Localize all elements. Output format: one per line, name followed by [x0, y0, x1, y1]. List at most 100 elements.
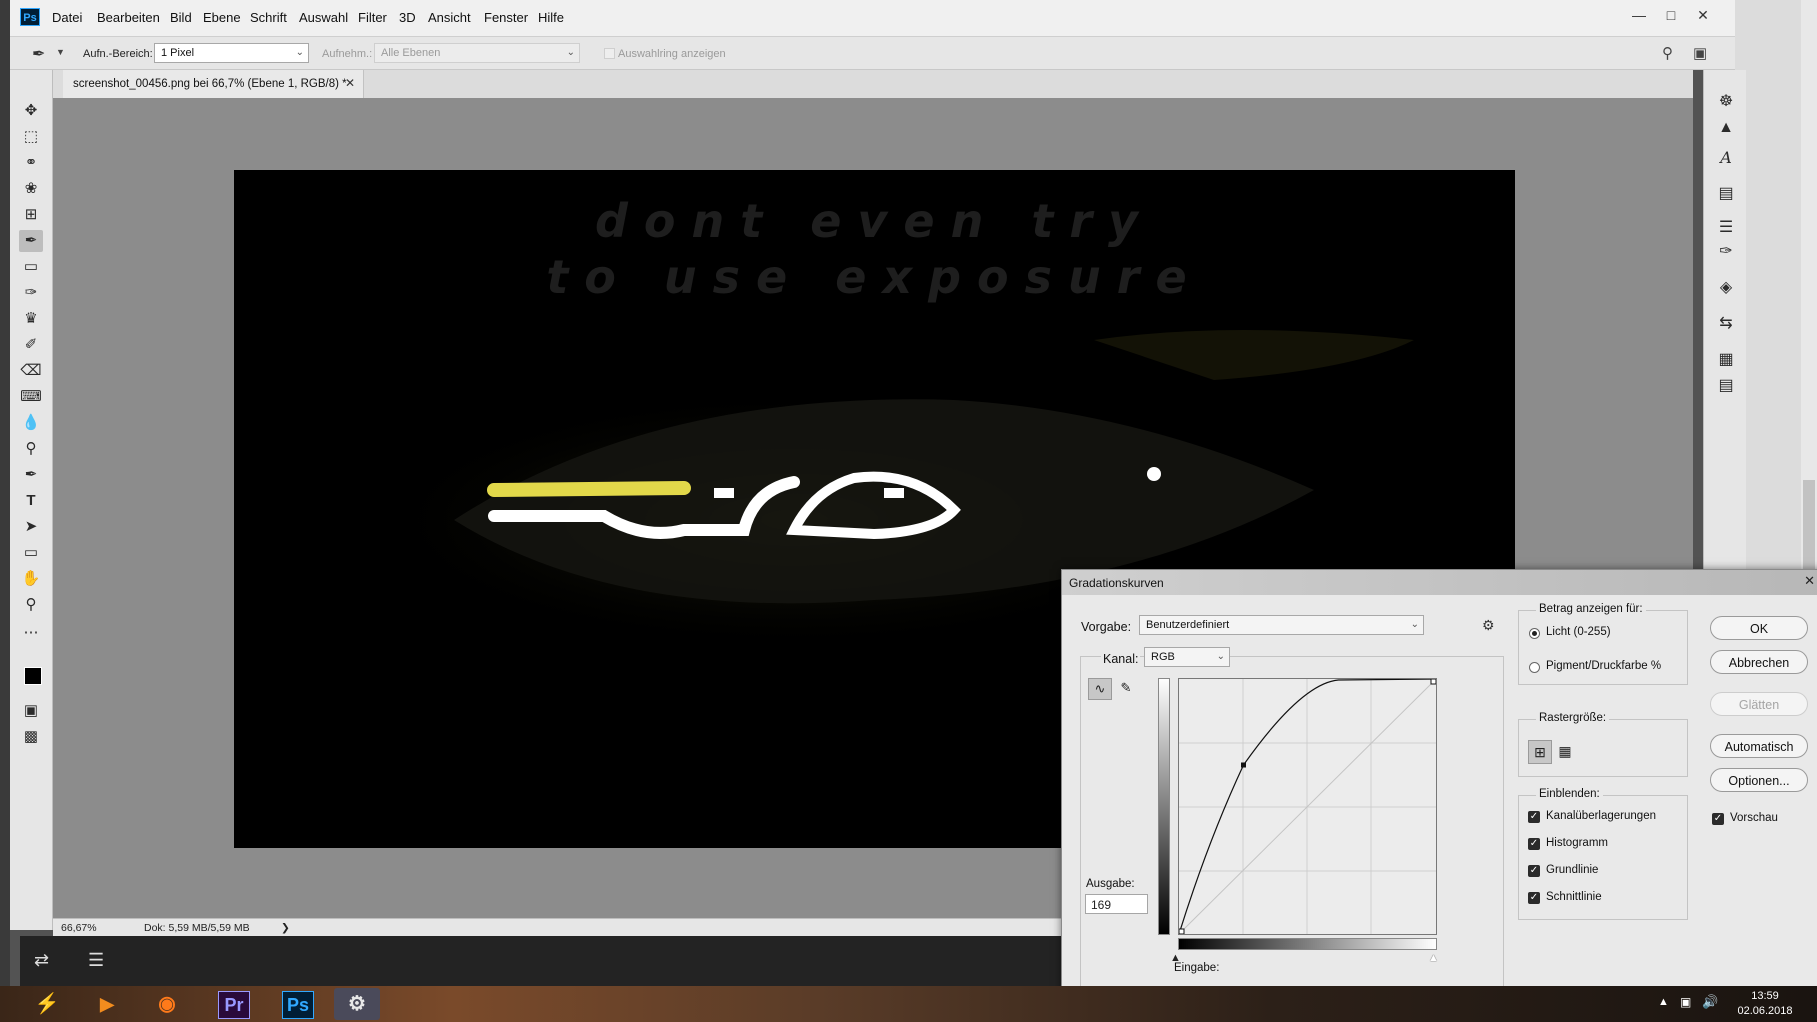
- zoom-tool-icon[interactable]: ⚲: [19, 594, 43, 616]
- paths-icon[interactable]: ▦: [1716, 350, 1736, 370]
- type-tool-icon[interactable]: T: [19, 490, 43, 512]
- dialog-titlebar[interactable]: Gradationskurven ✕: [1062, 570, 1817, 595]
- premiere-icon[interactable]: Pr: [218, 991, 250, 1019]
- close-icon[interactable]: ✕: [1689, 4, 1717, 26]
- curve-startpoint[interactable]: [1179, 928, 1185, 934]
- menu-bild[interactable]: Bild: [170, 10, 192, 25]
- eraser-tool-icon[interactable]: ⌫: [19, 360, 43, 382]
- pigment-radio[interactable]: [1529, 662, 1540, 673]
- menu-auswahl[interactable]: Auswahl: [299, 10, 348, 25]
- sample-layers-select[interactable]: Alle Ebenen ⌄: [374, 43, 580, 63]
- options-button[interactable]: Optionen...: [1710, 768, 1808, 792]
- eyedropper-tool-preset-icon[interactable]: ✒: [32, 44, 45, 64]
- status-menu-arrow-icon[interactable]: ❯: [281, 922, 290, 934]
- menu-3d[interactable]: 3D: [399, 10, 416, 25]
- pen-tool-icon[interactable]: ✒: [19, 464, 43, 486]
- histogram-checkbox[interactable]: ✓: [1528, 838, 1540, 850]
- workspace-icon[interactable]: ▣: [1693, 44, 1707, 62]
- layers-icon[interactable]: ◈: [1716, 278, 1736, 298]
- steam-icon[interactable]: ⚙: [334, 988, 380, 1020]
- volume-icon[interactable]: 🔊: [1702, 994, 1718, 1010]
- minimize-icon[interactable]: —: [1625, 4, 1653, 26]
- light-radio[interactable]: [1529, 628, 1540, 639]
- close-tab-icon[interactable]: ✕: [345, 76, 355, 90]
- network-icon[interactable]: ▣: [1680, 995, 1691, 1009]
- winamp-icon[interactable]: ⚡: [24, 988, 70, 1020]
- baseline-checkbox[interactable]: ✓: [1528, 865, 1540, 877]
- grid-detailed-icon[interactable]: ▦: [1554, 740, 1576, 762]
- sample-size-select[interactable]: 1 Pixel ⌄: [154, 43, 309, 63]
- pencil-icon[interactable]: ✎: [1115, 678, 1137, 698]
- white-point-slider-icon[interactable]: ▲: [1428, 952, 1439, 964]
- adjustments-icon[interactable]: ☰: [1716, 218, 1736, 238]
- brush-tool-icon[interactable]: ✑: [19, 282, 43, 304]
- show-ring-checkbox[interactable]: [604, 48, 615, 59]
- curve-point[interactable]: [1241, 762, 1247, 768]
- more-tools-icon[interactable]: ⋯: [19, 622, 43, 644]
- playlist-icon[interactable]: ☰: [88, 950, 104, 971]
- channel-overlays-checkbox[interactable]: ✓: [1528, 811, 1540, 823]
- curve-endpoint[interactable]: [1430, 679, 1436, 685]
- curves-graph[interactable]: [1178, 678, 1437, 935]
- preset-select[interactable]: Benutzerdefiniert ⌄: [1139, 615, 1424, 635]
- maximize-icon[interactable]: □: [1657, 4, 1685, 26]
- brush-settings-icon[interactable]: ✑: [1716, 242, 1736, 262]
- healing-brush-tool-icon[interactable]: ▭: [19, 256, 43, 278]
- intersection-line-label: Schnittlinie: [1546, 891, 1602, 903]
- histogram-icon[interactable]: ▲: [1716, 118, 1736, 138]
- menu-ansicht[interactable]: Ansicht: [428, 10, 471, 25]
- marquee-tool-icon[interactable]: ⬚: [19, 126, 43, 148]
- menu-bearbeiten[interactable]: Bearbeiten: [97, 10, 160, 25]
- menu-fenster[interactable]: Fenster: [484, 10, 528, 25]
- paragraph-icon[interactable]: ▤: [1716, 184, 1736, 204]
- taskbar-clock[interactable]: 13:59 02.06.2018: [1730, 989, 1800, 1019]
- eyedropper-tool-icon[interactable]: ✒: [19, 230, 43, 252]
- crop-tool-icon[interactable]: ⊞: [19, 204, 43, 226]
- channel-select[interactable]: RGB ⌄: [1144, 647, 1230, 667]
- curve-edit-icon[interactable]: ∿: [1088, 678, 1112, 700]
- auto-button[interactable]: Automatisch: [1710, 734, 1808, 758]
- shuffle-icon[interactable]: ⇄: [34, 950, 49, 971]
- firefox-icon[interactable]: ◉: [144, 988, 190, 1020]
- vlc-icon[interactable]: ▶: [84, 988, 130, 1020]
- screen-mode-icon[interactable]: ▩: [19, 726, 43, 748]
- output-field[interactable]: 169: [1085, 894, 1148, 914]
- lasso-tool-icon[interactable]: ⚭: [19, 152, 43, 174]
- paint-bucket-tool-icon[interactable]: ⌨: [19, 386, 43, 408]
- preview-checkbox[interactable]: ✓: [1712, 813, 1724, 825]
- history-brush-tool-icon[interactable]: ✐: [19, 334, 43, 356]
- search-icon[interactable]: ⚲: [1662, 44, 1673, 62]
- document-tab[interactable]: screenshot_00456.png bei 66,7% (Ebene 1,…: [63, 70, 364, 98]
- move-tool-icon[interactable]: ✥: [19, 100, 43, 122]
- dodge-tool-icon[interactable]: ⚲: [19, 438, 43, 460]
- intersection-line-checkbox[interactable]: ✓: [1528, 892, 1540, 904]
- chevron-down-icon[interactable]: ▼: [56, 47, 65, 57]
- ok-button[interactable]: OK: [1710, 616, 1808, 640]
- menu-hilfe[interactable]: Hilfe: [538, 10, 564, 25]
- quick-mask-icon[interactable]: ▣: [19, 700, 43, 722]
- grid-simple-icon[interactable]: ⊞: [1528, 740, 1552, 764]
- photoshop-icon[interactable]: Ps: [282, 991, 314, 1019]
- navigator-icon[interactable]: ☸: [1716, 92, 1736, 112]
- blur-tool-icon[interactable]: 💧: [19, 412, 43, 434]
- close-icon[interactable]: ✕: [1804, 573, 1815, 589]
- menu-datei[interactable]: Datei: [52, 10, 82, 25]
- path-selection-tool-icon[interactable]: ➤: [19, 516, 43, 538]
- foreground-color-swatch[interactable]: [24, 667, 42, 685]
- clone-stamp-tool-icon[interactable]: ♛: [19, 308, 43, 330]
- quick-selection-tool-icon[interactable]: ❀: [19, 178, 43, 200]
- clock-date: 02.06.2018: [1737, 1005, 1793, 1017]
- zoom-level[interactable]: 66,67%: [61, 922, 97, 934]
- channels-icon[interactable]: ⇆: [1716, 314, 1736, 334]
- properties-icon[interactable]: ▤: [1716, 376, 1736, 396]
- menu-filter[interactable]: Filter: [358, 10, 387, 25]
- character-icon[interactable]: A: [1716, 148, 1736, 168]
- gear-icon[interactable]: ⚙: [1482, 617, 1495, 634]
- menu-schrift[interactable]: Schrift: [250, 10, 287, 25]
- smooth-button[interactable]: Glätten: [1710, 692, 1808, 716]
- tray-chevron-icon[interactable]: ▲: [1658, 996, 1669, 1008]
- hand-tool-icon[interactable]: ✋: [19, 568, 43, 590]
- menu-ebene[interactable]: Ebene: [203, 10, 241, 25]
- cancel-button[interactable]: Abbrechen: [1710, 650, 1808, 674]
- rectangle-tool-icon[interactable]: ▭: [19, 542, 43, 564]
